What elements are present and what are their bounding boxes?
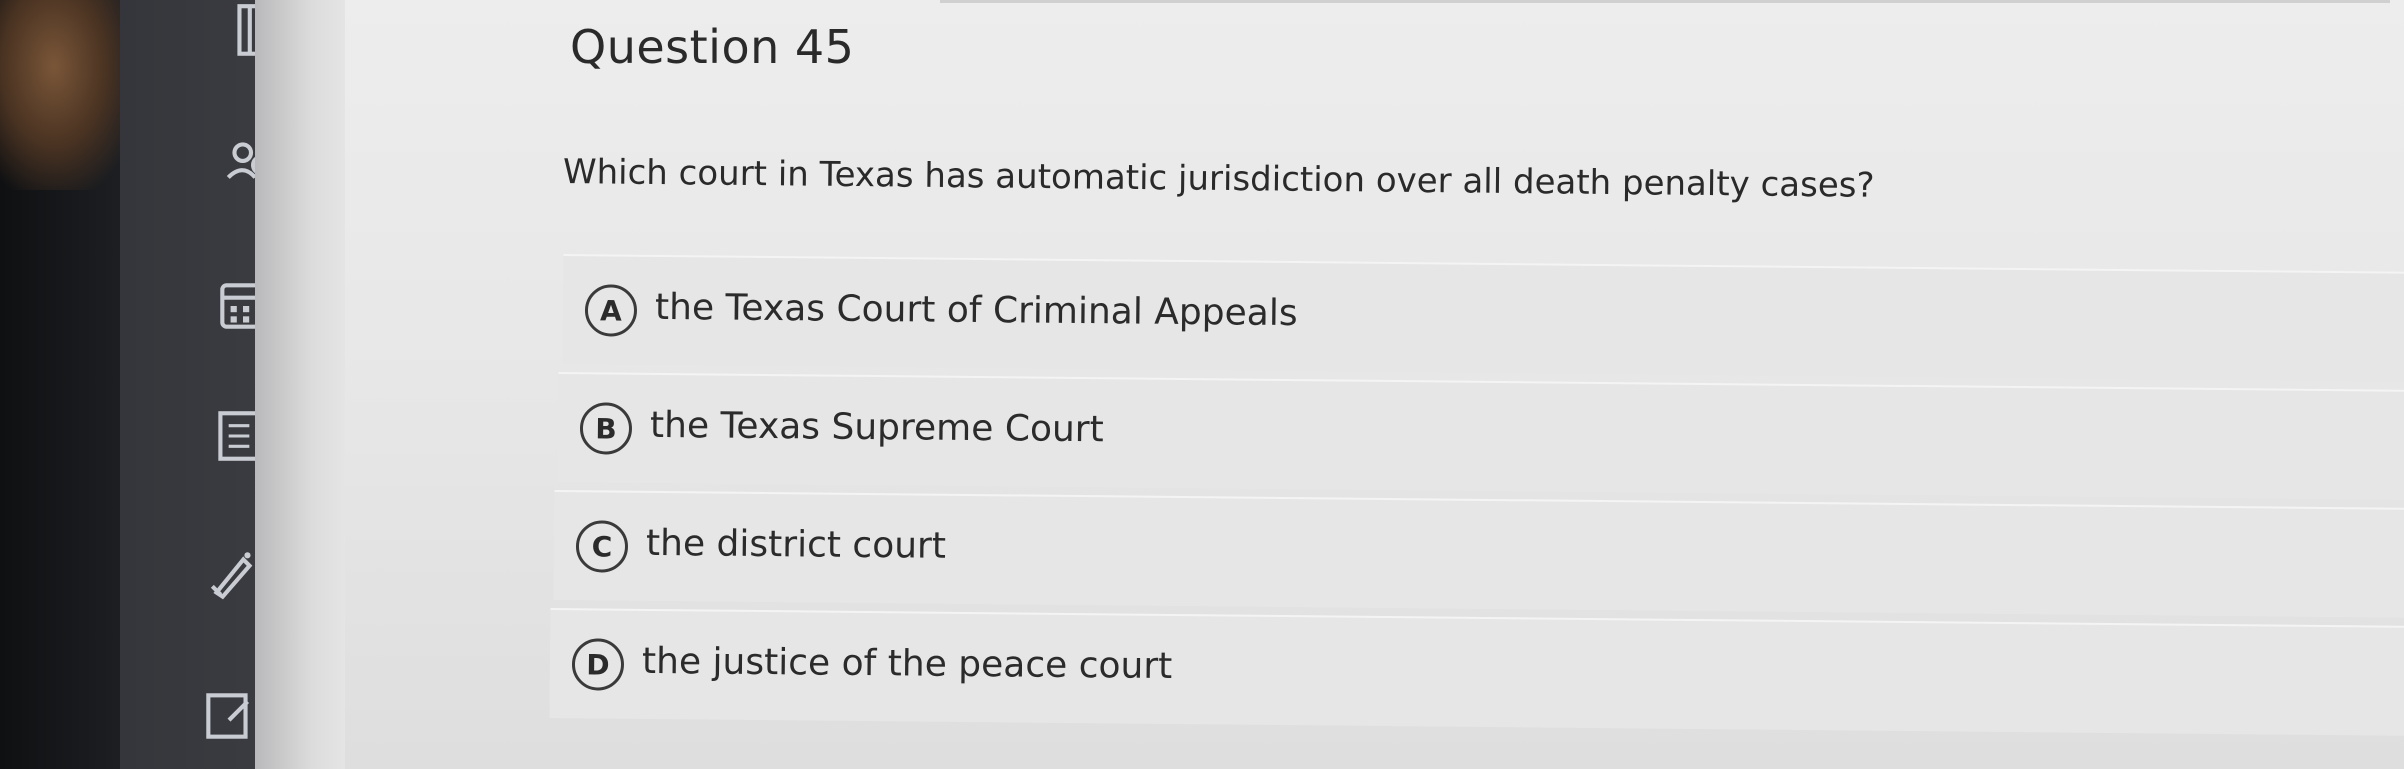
choice-label: the Texas Court of Criminal Appeals	[654, 286, 1298, 335]
choice-b[interactable]: B the Texas Supreme Court	[557, 372, 2404, 501]
choice-letter-badge: A	[584, 284, 638, 337]
page-gutter	[255, 0, 350, 769]
choice-letter-badge: C	[575, 520, 629, 573]
course-nav-rail	[120, 0, 275, 769]
photo-artifact	[0, 0, 135, 190]
choice-d[interactable]: D the justice of the peace court	[549, 608, 2404, 737]
choice-label: the Texas Supreme Court	[649, 404, 1104, 451]
choice-a[interactable]: A the Texas Court of Criminal Appeals	[562, 254, 2404, 383]
choice-letter-badge: B	[579, 402, 633, 455]
divider	[940, 0, 2390, 3]
choice-letter-badge: D	[571, 638, 625, 691]
choice-label: the justice of the peace court	[641, 640, 1173, 687]
choice-c[interactable]: C the district court	[553, 490, 2404, 619]
edit-icon[interactable]	[198, 685, 260, 747]
choice-label: the district court	[645, 522, 947, 567]
question-title: Question 45	[570, 20, 855, 74]
